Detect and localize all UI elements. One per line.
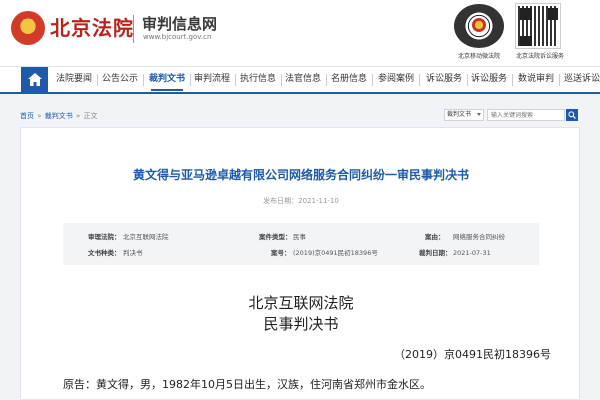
mobile-court-qr[interactable]: 北京移动微法院 <box>452 4 506 66</box>
judgment-date-label: 裁判日期： <box>419 249 452 257</box>
nav-item[interactable]: 法官信息 <box>283 67 323 92</box>
meta-row: 文书种类： 判决书 案号： (2019)京0491民初18396号 裁判日期： … <box>63 246 539 260</box>
qr-caption: 北京移动微法院 <box>457 53 500 60</box>
case-meta-table: 审理法院： 北京互联网法院 案件类型： 民事 案由： 网络服务合同纠纷 文书种类… <box>63 223 539 265</box>
main-nav: 法院要闻 公告公示 裁判文书 审判流程 执行信息 法官信息 名册信息 参阅案例 诉讼服务 诉讼服务… <box>0 66 600 94</box>
litigation-service-qr[interactable]: 北京法院诉讼服务 <box>505 3 575 66</box>
home-icon <box>28 73 42 86</box>
nav-separator <box>467 74 468 86</box>
search-category-value: 裁判文书 <box>447 111 472 118</box>
nav-item[interactable]: 执行信息 <box>238 67 278 92</box>
nav-item[interactable]: 诉讼服务 <box>469 67 509 92</box>
search-icon <box>568 111 576 119</box>
court-emblem-icon <box>11 11 45 45</box>
nav-item[interactable]: 巡送诉讼 <box>562 67 600 92</box>
nav-separator <box>97 74 98 86</box>
site-url: www.bjcourt.gov.cn <box>143 33 212 41</box>
document-title: 黄文得与亚马逊卓越有限公司网络服务合同纠纷一审民事判决书 <box>132 168 469 182</box>
breadcrumb: 首页 » 裁判文书 » 正文 <box>20 111 98 121</box>
court-name-heading: 北京互联网法院 <box>248 294 354 312</box>
nav-item[interactable]: 公告公示 <box>100 67 140 92</box>
nav-separator <box>143 74 144 86</box>
nav-item[interactable]: 审判流程 <box>192 67 232 92</box>
nav-separator <box>419 74 420 86</box>
meta-row: 审理法院： 北京互联网法院 案件类型： 民事 案由： 网络服务合同纠纷 <box>63 230 539 244</box>
breadcrumb-separator: » <box>35 112 44 120</box>
nav-item[interactable]: 参阅案例 <box>376 67 416 92</box>
search-input[interactable] <box>487 109 565 121</box>
site-header: 北京法院 审判信息网 www.bjcourt.gov.cn 北京移动微法院 北京… <box>0 0 600 66</box>
nav-separator <box>512 74 513 86</box>
nav-item[interactable]: 数说审判 <box>516 67 556 92</box>
nav-separator <box>326 74 327 86</box>
search-bar: 裁判文书 <box>444 108 579 122</box>
court-value: 北京互联网法院 <box>123 233 169 241</box>
judgment-date-value: 2021-07-31 <box>453 249 491 257</box>
document-panel: 黄文得与亚马逊卓越有限公司网络服务合同纠纷一审民事判决书 发布日期：2021-1… <box>20 127 580 400</box>
breadcrumb-current: 正文 <box>83 112 98 120</box>
case-number: （2019）京0491民初18396号 <box>394 348 551 361</box>
header-divider <box>133 15 134 43</box>
breadcrumb-home[interactable]: 首页 <box>20 112 34 120</box>
nav-item[interactable]: 诉讼服务 <box>424 67 464 92</box>
case-type-label: 案件类型： <box>259 233 292 241</box>
court-label: 审理法院： <box>88 233 121 241</box>
case-no-value: (2019)京0491民初18396号 <box>293 249 378 257</box>
cause-value: 网络服务合同纠纷 <box>453 233 505 241</box>
nav-separator <box>190 74 191 86</box>
case-type-value: 民事 <box>293 233 306 241</box>
doc-type-label: 文书种类： <box>88 249 121 257</box>
nav-separator <box>372 74 373 86</box>
plaintiff-line: 原告：黄文得，男，1982年10月5日出生，汉族，住河南省郑州市金水区。 <box>63 378 431 391</box>
nav-item[interactable]: 名册信息 <box>329 67 369 92</box>
nav-item[interactable]: 裁判文书 <box>147 67 187 92</box>
case-no-label: 案号： <box>271 249 291 257</box>
site-subtitle: 审判信息网 <box>142 15 218 33</box>
qr-code-icon <box>515 3 561 49</box>
breadcrumb-separator: » <box>73 112 83 120</box>
mobile-court-qr-icon <box>454 4 504 48</box>
nav-separator <box>281 74 282 86</box>
publish-date: 发布日期：2021-11-10 <box>263 197 339 205</box>
nav-separator <box>559 74 560 86</box>
qr-caption: 北京法院诉讼服务 <box>515 53 564 60</box>
search-button[interactable] <box>566 109 578 121</box>
breadcrumb-section[interactable]: 裁判文书 <box>45 112 73 120</box>
nav-item[interactable]: 法院要闻 <box>54 67 94 92</box>
site-title[interactable]: 北京法院 <box>50 12 134 41</box>
doc-type-value: 判决书 <box>123 249 143 257</box>
judgment-type-heading: 民事判决书 <box>263 315 339 333</box>
chevron-down-icon <box>477 113 481 116</box>
home-button[interactable] <box>21 67 48 92</box>
nav-separator <box>235 74 236 86</box>
search-category-select[interactable]: 裁判文书 <box>444 109 484 121</box>
cause-label: 案由： <box>425 233 445 241</box>
